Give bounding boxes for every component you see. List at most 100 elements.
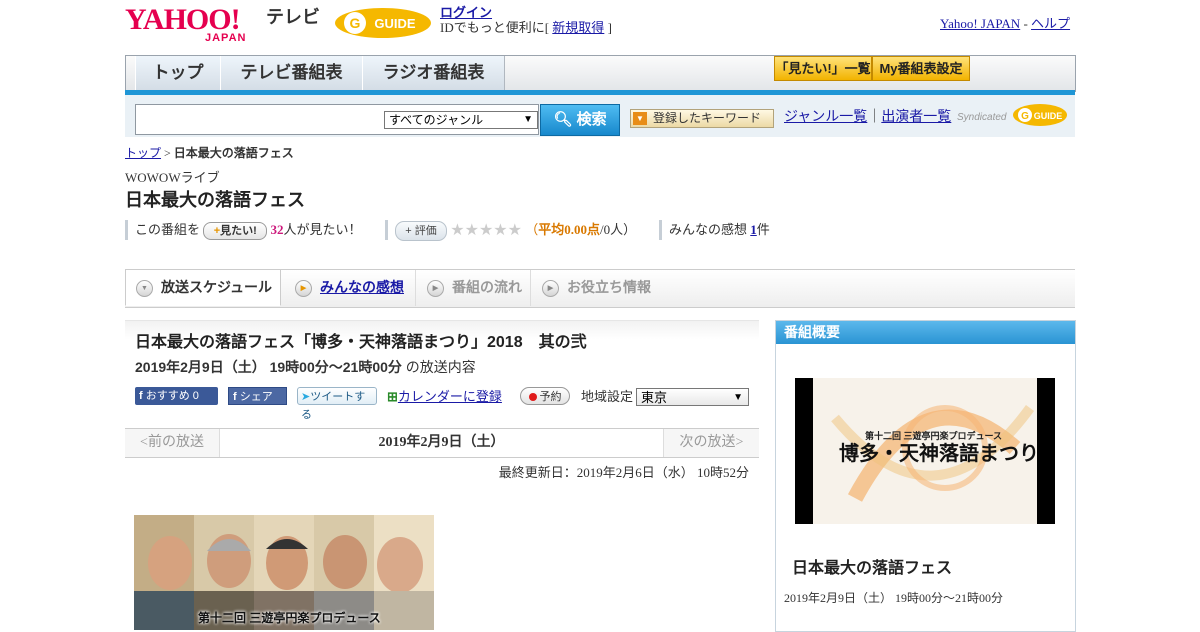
tab-reviews[interactable]: ▶ みんなの感想 (282, 270, 416, 306)
photo-caption: 第十二回 三遊亭円楽プロデュース (198, 611, 381, 625)
nav-tab-tv-listings[interactable]: テレビ番組表 (220, 56, 363, 90)
dropdown-arrow-icon: ▼ (733, 392, 743, 403)
japan-logo-text: JAPAN (205, 32, 247, 44)
dropdown-arrow-icon: ▼ (523, 114, 533, 125)
share-row: f おすすめ 0 f シェア ➤ツイートする ⊞カレンダーに登録 予約 地域設定… (135, 387, 755, 421)
breadcrumb: トップ > 日本最大の落語フェス (125, 145, 294, 161)
last-updated: 最終更新日：2019年2月6日（水） 10時52分 (498, 465, 749, 480)
episode-datetime-suffix: の放送内容 (401, 359, 476, 375)
mitai-button-label: 見たい! (220, 225, 257, 238)
calendar-plus-icon: ⊞ (387, 389, 398, 404)
gguide-logo[interactable]: G GUIDE (333, 5, 433, 41)
facebook-share-button[interactable]: f シェア (228, 387, 287, 405)
calendar-register-link[interactable]: カレンダーに登録 (398, 389, 502, 404)
average-count: /0人） (600, 222, 637, 237)
facebook-recommend-button[interactable]: f おすすめ 0 (135, 387, 218, 405)
performer-list-link[interactable]: 出演者一覧 (881, 110, 951, 125)
tab-reviews-link[interactable]: みんなの感想 (320, 279, 404, 295)
registered-keywords-button[interactable]: ▼ 登録したキーワード (630, 109, 774, 128)
login-sub-prefix: IDでもっと便利に[ (440, 20, 553, 35)
header-separator: - (1020, 16, 1032, 31)
overview-header: 番組概要 (776, 321, 1075, 344)
mitai-list-button[interactable]: 「見たい!」一覧 (774, 56, 872, 81)
overview-title: 日本最大の落語フェス (792, 560, 953, 577)
genre-select[interactable]: すべてのジャンル ▼ (384, 111, 538, 129)
signup-link[interactable]: 新規取得 (552, 20, 604, 35)
tab-info-label: お役立ち情報 (567, 279, 651, 295)
reviews-prefix: みんなの感想 (669, 222, 751, 237)
dropdown-arrow-icon: ▼ (633, 112, 647, 125)
rating-stars-icon: ★★★★★ (450, 222, 522, 240)
header-right-links: Yahoo! JAPAN - ヘルプ (940, 16, 1070, 32)
global-nav: トップ テレビ番組表 ラジオ番組表 「見たい!」一覧 My番組表設定 (125, 55, 1076, 92)
play-icon: ▶ (295, 279, 312, 297)
login-link[interactable]: ログイン (440, 5, 492, 21)
yahoo-japan-logo[interactable]: YAHOO! JAPAN (125, 3, 261, 44)
mitai-count: 32 (270, 222, 284, 237)
facebook-icon: f (233, 391, 237, 403)
episode-datetime-value: 2019年2月9日（土） 19時00分～21時00分 (135, 359, 402, 375)
tab-flow-label: 番組の流れ (452, 279, 522, 295)
tab-info[interactable]: ▶ お役立ち情報 (532, 270, 662, 306)
episode-title: 日本最大の落語フェス「博多・天神落語まつり」2018 其の弐 (135, 334, 587, 351)
svg-text:G: G (350, 15, 361, 31)
overview-image: 第十二回 三遊亭円楽プロデュース 博多・天神落語まつり (795, 378, 1055, 524)
program-overview-panel: 番組概要 第十二回 三遊亭円楽プロデュース 博多・天神落語まつり 日本最大の落語… (775, 320, 1076, 632)
help-link[interactable]: ヘルプ (1031, 16, 1070, 31)
avg-open: （ (525, 222, 539, 237)
rating-section: + 評価 ★★★★★ （平均0.00点/0人） (385, 220, 637, 242)
overview-image-subtitle: 第十二回 三遊亭円楽プロデュース (865, 431, 1003, 441)
region-select[interactable]: 東京 ▼ (636, 388, 749, 406)
reserve-button[interactable]: 予約 (520, 387, 570, 405)
nav-tab-top[interactable]: トップ (135, 56, 221, 90)
reserve-label: 予約 (539, 391, 562, 403)
gguide-logo-icon: G GUIDE (335, 8, 431, 38)
breadcrumb-top-link[interactable]: トップ (125, 146, 161, 160)
nav-tab-radio-listings[interactable]: ラジオ番組表 (362, 56, 505, 90)
play-icon: ▶ (542, 279, 559, 297)
facebook-recommend-label: おすすめ 0 (145, 390, 199, 402)
episode-datetime: 2019年2月9日（土） 19時00分～21時00分 の放送内容 (135, 358, 476, 376)
prev-broadcast-link[interactable]: <前の放送 (125, 429, 220, 457)
svg-text:G: G (1021, 111, 1029, 122)
svg-text:GUIDE: GUIDE (374, 16, 416, 31)
rate-button[interactable]: + 評価 (395, 221, 447, 242)
search-button-label: 検索 (576, 111, 607, 128)
mitai-button[interactable]: +見たい! (203, 222, 268, 241)
tab-schedule[interactable]: ▼ 放送スケジュール (125, 269, 281, 306)
overview-date: 2019年2月9日（土） 19時00分～21時00分 (784, 591, 1004, 605)
mitai-section: この番組を +見たい! 32人が見たい！ (125, 220, 362, 241)
my-bangumi-settings-button[interactable]: My番組表設定 (872, 56, 970, 81)
facebook-share-label: シェア (239, 391, 273, 403)
breadcrumb-current: 日本最大の落語フェス (173, 146, 294, 160)
broadcast-pager: <前の放送 2019年2月9日（土） 次の放送> (125, 428, 759, 458)
genre-list-link[interactable]: ジャンル一覧 (784, 110, 867, 125)
gguide-small-logo-icon: G GUIDE (1013, 104, 1067, 126)
next-broadcast-link[interactable]: 次の放送> (663, 429, 759, 457)
syndicated-label: Syndicated (957, 112, 1007, 123)
yahoo-logo-text: YAHOO! (125, 3, 241, 36)
twitter-bird-icon: ➤ (301, 391, 311, 403)
mitai-prefix: この番組を (135, 222, 201, 237)
reviews-suffix: 件 (756, 222, 770, 237)
chevron-down-icon: ▼ (136, 279, 153, 297)
average-score: 平均0.00点 (538, 222, 600, 237)
login-subtext: IDでもっと便利に[ 新規取得 ] (440, 20, 612, 36)
tweet-button[interactable]: ➤ツイートする (297, 387, 377, 421)
tweet-label: ツイートする (301, 391, 366, 421)
search-button[interactable]: 🔍︎ 検索 (540, 104, 620, 136)
divider (125, 220, 128, 240)
region-select-value: 東京 (641, 390, 668, 405)
link-divider: ｜ (867, 110, 882, 125)
gguide-small-logo: G GUIDE (1012, 102, 1068, 132)
tv-logo-text[interactable]: テレビ (266, 8, 320, 26)
calendar-register[interactable]: ⊞カレンダーに登録 (387, 387, 502, 407)
breadcrumb-sep: > (161, 146, 174, 160)
divider (659, 220, 662, 240)
yahoo-japan-link[interactable]: Yahoo! JAPAN (940, 16, 1020, 31)
tab-flow[interactable]: ▶ 番組の流れ (417, 270, 531, 306)
login-sub-suffix: ] (604, 20, 612, 35)
region-label: 地域設定 (581, 389, 634, 404)
keyword-button-label: 登録したキーワード (653, 111, 762, 125)
page-title: 日本最大の落語フェス (125, 190, 305, 210)
